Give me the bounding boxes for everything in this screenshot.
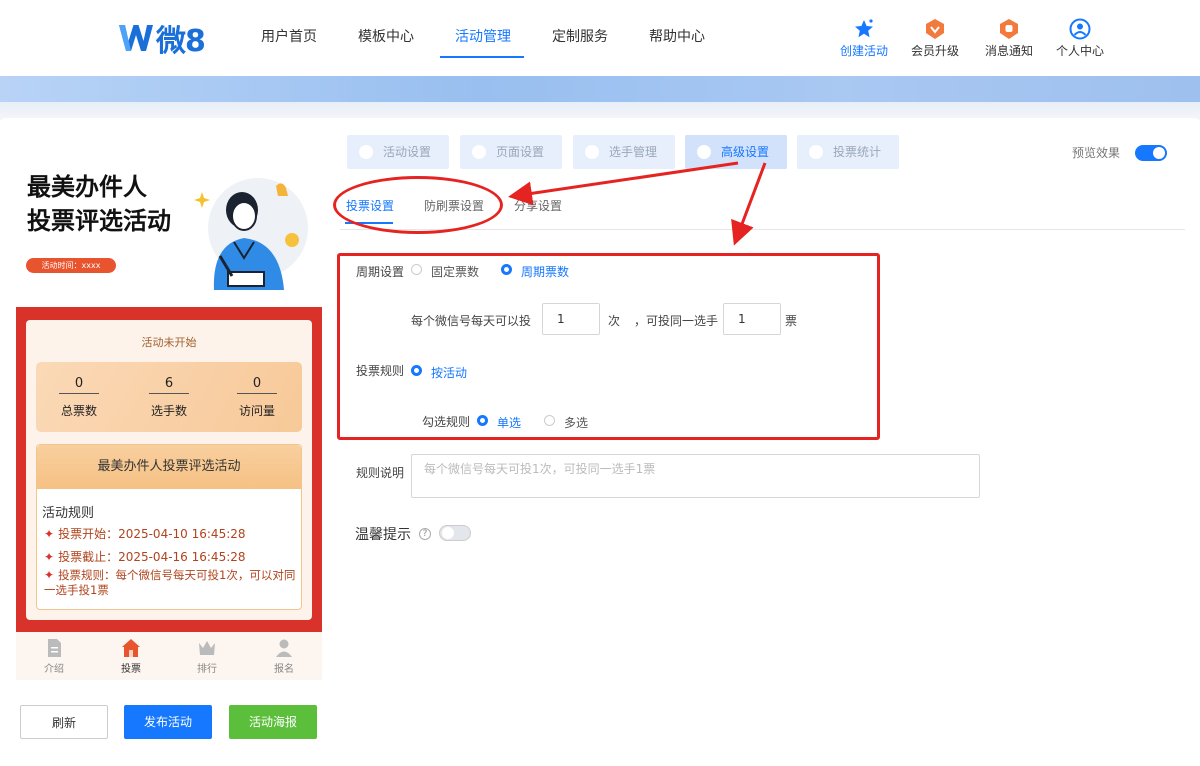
- tab-activity-settings-label: 活动设置: [383, 145, 432, 159]
- rule-item: ✦ 投票开始：2025-04-10 16:45:28: [44, 527, 300, 542]
- stat-visits-value: 0: [237, 376, 277, 394]
- nav-help[interactable]: 帮助中心: [649, 26, 705, 46]
- bottom-tab-vote[interactable]: 投票: [111, 638, 151, 675]
- logo-text: 微8: [156, 24, 206, 59]
- personal-center-label: 个人中心: [1055, 44, 1104, 58]
- brand-logo[interactable]: 微8: [118, 18, 206, 59]
- user-circle-icon: [1069, 18, 1091, 40]
- star-icon: [855, 19, 873, 38]
- logo-w-icon: [119, 25, 153, 51]
- activity-name-header: 最美办件人投票评选活动: [37, 445, 301, 489]
- create-activity-button[interactable]: 创建活动: [834, 18, 894, 59]
- preview-effect-toggle[interactable]: [1135, 145, 1167, 161]
- nav-custom-service[interactable]: 定制服务: [552, 26, 608, 46]
- header-banner: [0, 76, 1200, 102]
- nav-active-underline: [440, 56, 524, 58]
- activity-time-pill: 活动时间：xxxx: [26, 258, 116, 273]
- subtab-divider: [340, 229, 1185, 230]
- stat-contestants-value: 6: [149, 376, 189, 394]
- bottom-tab-ranking[interactable]: 排行: [187, 638, 227, 675]
- sparkle-icon: ✦: [44, 527, 55, 541]
- nav-templates[interactable]: 模板中心: [358, 26, 414, 46]
- tab-vote-statistics[interactable]: 投票统计: [797, 135, 899, 169]
- stat-visits: 0 访问量: [222, 376, 292, 419]
- tab-page-settings[interactable]: 页面设置: [460, 135, 562, 169]
- bottom-tab-ranking-label: 排行: [197, 664, 217, 675]
- nav-activity-manage[interactable]: 活动管理: [455, 26, 511, 46]
- personal-center-button[interactable]: 个人中心: [1050, 18, 1110, 59]
- rule-description-label: 规则说明: [356, 466, 405, 480]
- nav-home[interactable]: 用户首页: [261, 26, 317, 46]
- person-icon: [276, 639, 292, 657]
- chart-icon: [809, 145, 823, 159]
- publish-activity-button[interactable]: 发布活动: [124, 705, 212, 739]
- bottom-tab-intro[interactable]: 介绍: [34, 638, 74, 675]
- member-upgrade-label: 会员升级: [910, 44, 959, 58]
- rule-text: 投票规则：每个微信号每天可投1次，可以对同一选手投1票: [44, 568, 296, 597]
- tab-page-settings-label: 页面设置: [496, 145, 545, 159]
- bottom-tab-signup[interactable]: 报名: [264, 638, 304, 675]
- notifications-button[interactable]: 消息通知: [979, 18, 1039, 59]
- vip-badge-icon: [926, 19, 944, 39]
- stat-total-votes: 0 总票数: [44, 376, 114, 419]
- subtab-share-settings[interactable]: 分享设置: [514, 197, 562, 214]
- tab-contestant-manage[interactable]: 选手管理: [573, 135, 675, 169]
- rule-item: ✦ 投票截止：2025-04-16 16:45:28: [44, 550, 300, 565]
- rule-description-textarea[interactable]: 每个微信号每天可投1次，可投同一选手1票: [411, 454, 980, 498]
- bottom-tab-signup-label: 报名: [274, 664, 294, 675]
- home-vote-icon: [122, 639, 140, 657]
- sliders-icon: [697, 145, 711, 159]
- toggle-knob: [1153, 147, 1165, 159]
- bottom-tab-intro-label: 介绍: [44, 664, 64, 675]
- create-activity-label: 创建活动: [839, 44, 888, 58]
- sparkle-icon: ✦: [44, 568, 55, 582]
- tab-advanced-settings[interactable]: 高级设置: [685, 135, 787, 169]
- rule-text: 投票开始：2025-04-10 16:45:28: [58, 527, 246, 541]
- rules-title: 活动规则: [42, 506, 95, 521]
- tab-contestant-manage-label: 选手管理: [609, 145, 658, 159]
- page-icon: [472, 145, 486, 159]
- tab-advanced-settings-label: 高级设置: [721, 145, 770, 159]
- crown-icon: [199, 641, 215, 655]
- preview-title: 最美办件人 投票评选活动: [27, 170, 171, 238]
- stat-total-votes-label: 总票数: [60, 404, 97, 418]
- refresh-button[interactable]: 刷新: [20, 705, 108, 739]
- preview-title-line2: 投票评选活动: [27, 207, 171, 235]
- preview-title-line1: 最美办件人: [27, 173, 147, 201]
- person-illustration-icon: [194, 178, 308, 290]
- stat-total-votes-value: 0: [59, 376, 99, 394]
- heart-icon: [359, 145, 373, 159]
- notifications-label: 消息通知: [984, 44, 1033, 58]
- tip-label: 温馨提示: [355, 527, 411, 543]
- sparkle-icon: ✦: [44, 550, 55, 564]
- bottom-tab-vote-label: 投票: [121, 664, 141, 675]
- tab-activity-settings[interactable]: 活动设置: [347, 135, 449, 169]
- activity-poster-button[interactable]: 活动海报: [229, 705, 317, 739]
- top-navbar: 微8 用户首页 模板中心 活动管理 定制服务 帮助中心 创建活动 会员升级 消息…: [0, 0, 1200, 76]
- stat-contestants: 6 选手数: [134, 376, 204, 419]
- tip-toggle[interactable]: [439, 525, 471, 541]
- stat-contestants-label: 选手数: [150, 404, 187, 418]
- stat-visits-label: 访问量: [238, 404, 275, 418]
- rule-text: 投票截止：2025-04-16 16:45:28: [58, 550, 246, 564]
- annotation-highlight-ellipse: [333, 176, 503, 234]
- person-icon: [585, 145, 599, 159]
- help-icon[interactable]: ?: [419, 528, 431, 540]
- annotation-highlight-box: [337, 253, 880, 440]
- rule-item: ✦ 投票规则：每个微信号每天可投1次，可以对同一选手投1票: [44, 568, 300, 598]
- toggle-knob: [442, 527, 454, 539]
- document-icon: [48, 639, 61, 657]
- tab-vote-statistics-label: 投票统计: [833, 145, 882, 159]
- bell-badge-icon: [1000, 19, 1018, 39]
- member-upgrade-button[interactable]: 会员升级: [905, 18, 965, 59]
- activity-status: 活动未开始: [141, 336, 197, 349]
- preview-effect-label: 预览效果: [1072, 146, 1121, 160]
